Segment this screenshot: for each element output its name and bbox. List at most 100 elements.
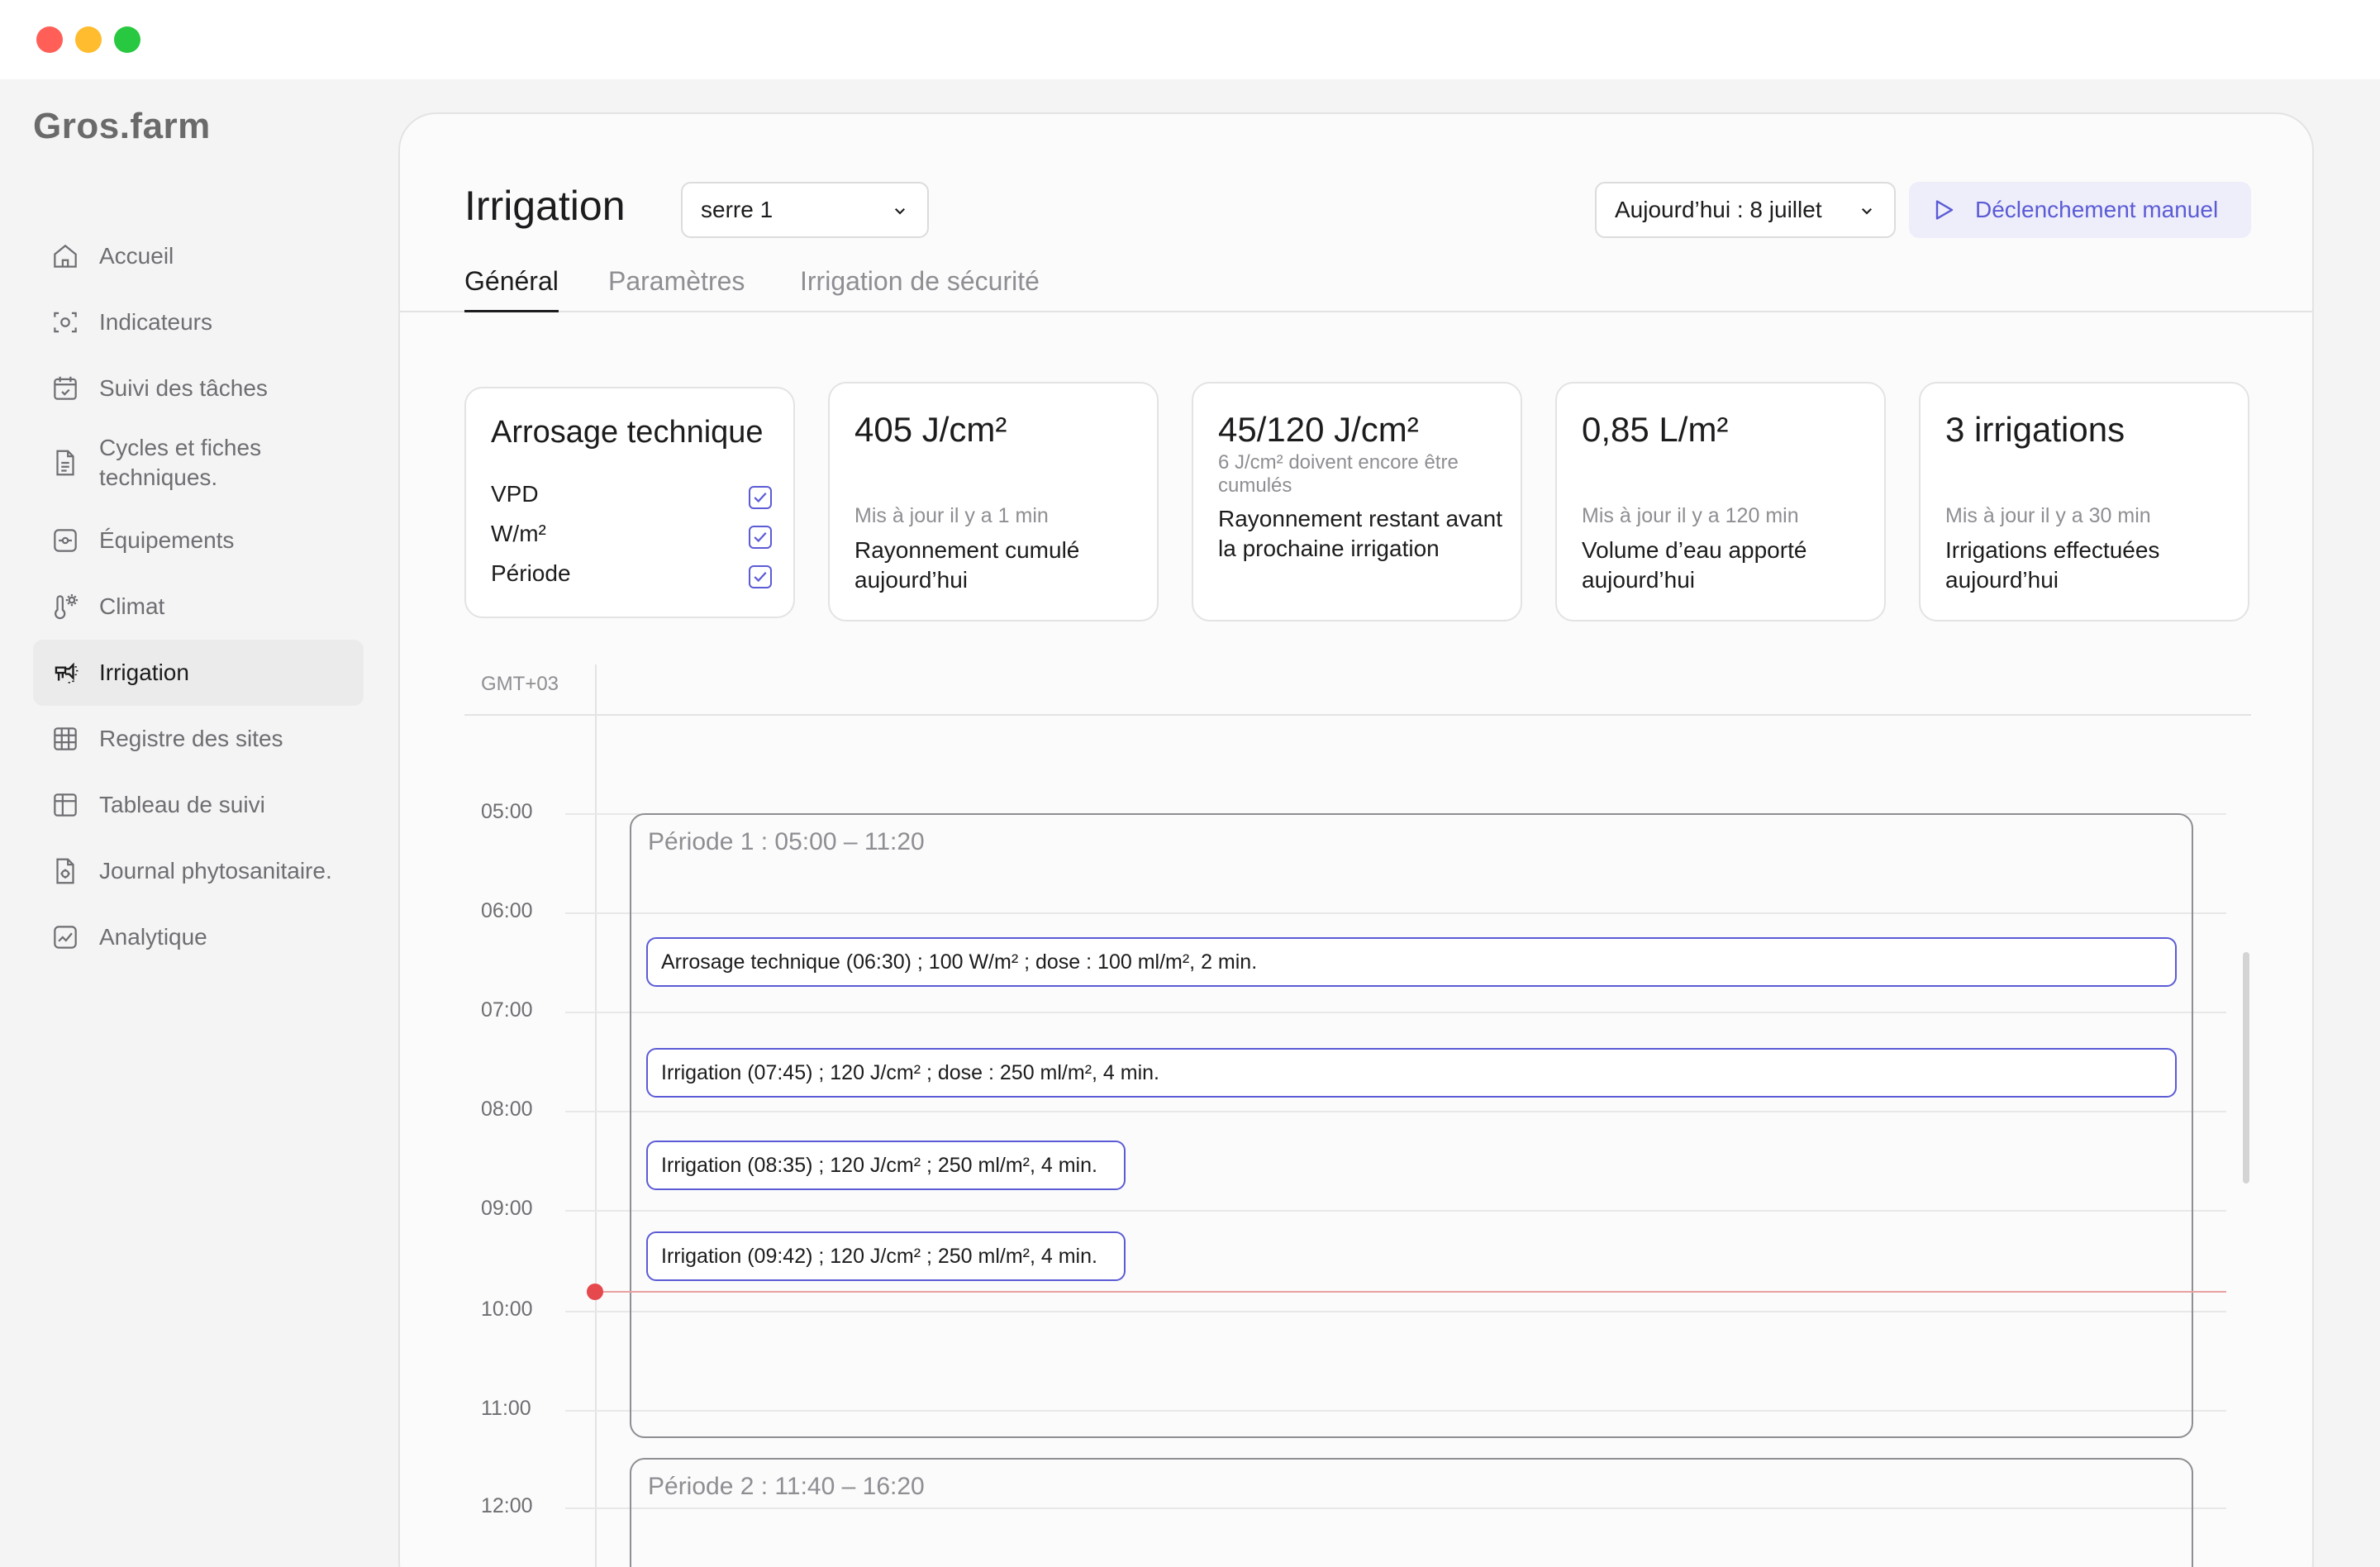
current-time-marker (587, 1284, 603, 1300)
timeline-scrollbar[interactable] (2243, 952, 2249, 1184)
period-label: Période 2 : 11:40 – 16:20 (648, 1473, 925, 1500)
window-close-button[interactable] (36, 26, 63, 53)
check-label: W/m² (491, 521, 546, 546)
hour-label: 12:00 (481, 1494, 533, 1517)
sidebar-item-cycles[interactable]: Cycles et fiches techniques. (33, 422, 364, 504)
thermometer-icon (50, 591, 81, 622)
play-icon (1935, 200, 1954, 220)
period-block[interactable]: Période 2 : 11:40 – 16:20 (630, 1458, 2193, 1567)
sidebar-item-label: Suivi des tâches (99, 375, 268, 401)
table-icon (50, 789, 81, 821)
timeline-header-divider (464, 714, 2251, 716)
timeline-axis (595, 664, 597, 1567)
sidebar-item-analytique[interactable]: Analytique (33, 904, 364, 970)
indicators-icon (50, 307, 81, 338)
irrigation-event[interactable]: Arrosage technique (06:30) ; 100 W/m² ; … (646, 937, 2177, 987)
checkmark-icon (754, 492, 767, 503)
irrigation-event[interactable]: Irrigation (08:35) ; 120 J/cm² ; 250 ml/… (646, 1141, 1126, 1190)
sidebar-item-climat[interactable]: Climat (33, 574, 364, 640)
tabs-bar: Général Paramètres Irrigation de sécurit… (400, 263, 2312, 312)
tab-general[interactable]: Général (464, 263, 559, 312)
irrigation-icon (50, 657, 81, 688)
hour-label: 09:00 (481, 1197, 533, 1220)
stat-description: Volume d’eau apporté aujourd’hui (1582, 537, 1807, 593)
stat-description: Rayonnement restant avant la prochaine i… (1218, 506, 1502, 561)
tab-irrigation-securite[interactable]: Irrigation de sécurité (800, 263, 1040, 312)
periode-checkbox[interactable] (749, 565, 772, 588)
stat-value: 45/120 J/cm² (1218, 410, 1419, 449)
check-row-periode: Période (491, 560, 772, 593)
stat-value: 3 irrigations (1945, 410, 2125, 449)
stat-note: 6 J/cm² doivent encore être cumulés (1218, 451, 1459, 497)
stat-card-water-volume: 0,85 L/m² Mis à jour il y a 120 min Volu… (1555, 382, 1886, 622)
sidebar-item-tableau[interactable]: Tableau de suivi (33, 772, 364, 838)
tab-parametres[interactable]: Paramètres (608, 263, 745, 312)
date-select[interactable]: Aujourd’hui : 8 juillet (1595, 182, 1896, 238)
equipment-icon (50, 525, 81, 556)
calendar-check-icon (50, 373, 81, 404)
check-label: VPD (491, 481, 539, 507)
sidebar-item-label: Indicateurs (99, 309, 212, 335)
sidebar-item-label: Journal phytosanitaire. (99, 858, 332, 884)
sidebar-item-journal[interactable]: Journal phytosanitaire. (33, 838, 364, 904)
home-icon (50, 241, 81, 272)
stat-value: 0,85 L/m² (1582, 410, 1729, 449)
document-icon (50, 447, 81, 479)
hour-label: 06:00 (481, 899, 533, 922)
check-row-wm2: W/m² (491, 521, 772, 554)
site-select-value: serre 1 (701, 197, 774, 222)
stat-value: 405 J/cm² (854, 410, 1007, 449)
irrigation-event[interactable]: Irrigation (09:42) ; 120 J/cm² ; 250 ml/… (646, 1231, 1126, 1281)
sidebar-item-label: Irrigation (99, 660, 189, 685)
checkmark-icon (754, 531, 767, 543)
journal-icon (50, 855, 81, 887)
tech-watering-title: Arrosage technique (491, 415, 764, 450)
date-select-value: Aujourd’hui : 8 juillet (1615, 197, 1822, 222)
window-titlebar (0, 0, 2380, 79)
check-row-vpd: VPD (491, 481, 772, 514)
hour-label: 05:00 (481, 800, 533, 823)
manual-trigger-button[interactable]: Déclenchement manuel (1909, 182, 2251, 238)
timezone-label: GMT+03 (481, 673, 559, 695)
period-label: Période 1 : 05:00 – 11:20 (648, 828, 925, 855)
hour-label: 07:00 (481, 998, 533, 1022)
manual-trigger-label: Déclenchement manuel (1975, 197, 2219, 222)
grid-icon (50, 723, 81, 755)
site-select[interactable]: serre 1 (681, 182, 929, 238)
check-label: Période (491, 560, 571, 586)
sidebar-item-label: Tableau de suivi (99, 792, 265, 817)
irrigation-event[interactable]: Irrigation (07:45) ; 120 J/cm² ; dose : … (646, 1048, 2177, 1098)
sidebar-item-equipements[interactable]: Équipements (33, 507, 364, 574)
hour-label: 11:00 (481, 1397, 531, 1420)
checkmark-icon (754, 571, 767, 583)
period-block[interactable]: Période 1 : 05:00 – 11:20 (630, 813, 2193, 1438)
sidebar-item-label: Analytique (99, 924, 207, 950)
app-logo[interactable]: Gros.farm (33, 106, 211, 147)
chevron-down-icon (1862, 208, 1872, 215)
stat-updated: Mis à jour il y a 1 min (854, 504, 1049, 527)
hour-label: 10:00 (481, 1298, 533, 1321)
stat-description: Irrigations effectuées aujourd’hui (1945, 537, 2160, 593)
sidebar-item-suivi-taches[interactable]: Suivi des tâches (33, 355, 364, 422)
stat-card-radiation: 405 J/cm² Mis à jour il y a 1 min Rayonn… (828, 382, 1159, 622)
wm2-checkbox[interactable] (749, 526, 772, 549)
sidebar-item-accueil[interactable]: Accueil (33, 223, 364, 289)
main-panel: Irrigation serre 1 Aujourd’hui : 8 juill… (398, 112, 2314, 1567)
tech-watering-card: Arrosage technique VPD W/m² Période (464, 387, 795, 618)
sidebar-item-registre[interactable]: Registre des sites (33, 706, 364, 772)
sidebar-item-label: Cycles et fiches techniques. (99, 435, 262, 490)
hour-label: 08:00 (481, 1098, 533, 1121)
sidebar-item-irrigation[interactable]: Irrigation (33, 640, 364, 706)
vpd-checkbox[interactable] (749, 486, 772, 509)
page-title: Irrigation (464, 183, 626, 229)
chart-icon (50, 922, 81, 953)
current-time-line (595, 1291, 2226, 1293)
stat-card-irrigations: 3 irrigations Mis à jour il y a 30 min I… (1919, 382, 2249, 622)
stat-card-remaining-radiation: 45/120 J/cm² 6 J/cm² doivent encore être… (1192, 382, 1522, 622)
chevron-down-icon (895, 208, 905, 215)
sidebar-item-indicateurs[interactable]: Indicateurs (33, 289, 364, 355)
window-minimize-button[interactable] (75, 26, 102, 53)
window-maximize-button[interactable] (114, 26, 140, 53)
sidebar-item-label: Registre des sites (99, 726, 283, 751)
sidebar-item-label: Équipements (99, 527, 235, 553)
